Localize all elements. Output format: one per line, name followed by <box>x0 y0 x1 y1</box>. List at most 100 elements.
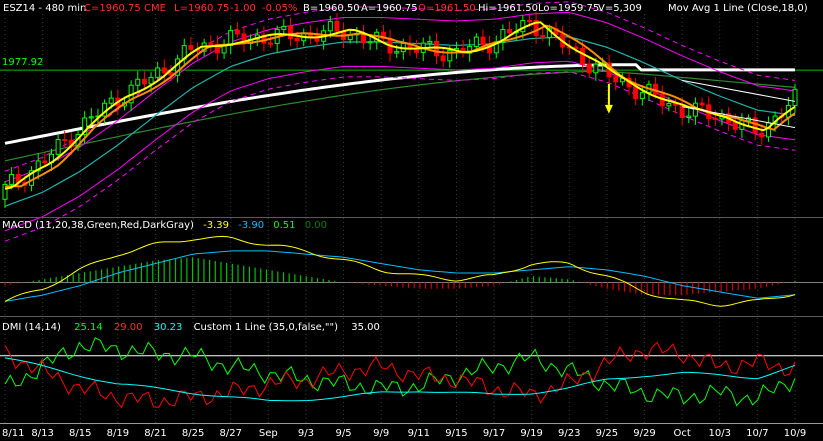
candle-body <box>586 63 592 74</box>
change-value: -1.00 <box>230 3 256 14</box>
candle-body <box>148 76 154 85</box>
candle-body <box>434 40 440 57</box>
candle-body <box>480 36 486 46</box>
trendline-upper <box>682 79 796 102</box>
candle-body <box>633 86 639 100</box>
x-axis-tick-label: 9/9 <box>373 428 390 439</box>
candle-body <box>234 30 240 35</box>
bid-value: B=1960.50 <box>303 3 360 14</box>
candle-body <box>188 45 194 50</box>
dmi-legend: DMI (14,14) 25.14 29.00 30.23 Custom 1 L… <box>2 322 380 333</box>
dmi-minus-line <box>4 341 796 409</box>
close-value: C=1960.75 <box>84 3 141 14</box>
candle-body <box>686 115 692 119</box>
x-axis-tick-label: 8/13 <box>31 428 54 439</box>
exchange-label: CME <box>144 3 166 14</box>
macd-legend-value-3: 0.51 <box>273 220 296 231</box>
candle-body <box>699 102 705 106</box>
time-axis-line <box>0 423 823 424</box>
x-axis-tick-label: Oct <box>673 428 691 439</box>
custom-line-legend: Custom 1 Line (35,0,false,"") <box>193 322 339 333</box>
macd-legend-name: MACD (11,20,38,Green,Red,DarkGray) <box>2 220 194 231</box>
macd-legend: MACD (11,20,38,Green,Red,DarkGray) -3.39… <box>2 220 327 231</box>
x-axis-tick-label: 8/25 <box>181 428 205 439</box>
candle-body <box>62 139 68 142</box>
candle-body <box>208 42 214 45</box>
candle-body <box>732 121 738 130</box>
pane-divider-price[interactable] <box>0 217 823 218</box>
open-value: O=1961.50 <box>418 3 476 14</box>
dmi-legend-name: DMI (14,14) <box>2 322 61 333</box>
x-axis-tick-label: 8/11 <box>2 428 25 439</box>
band-upper-outer-line <box>4 1 796 172</box>
x-axis-tick-label: 10/7 <box>746 428 769 439</box>
candle-body <box>666 102 672 107</box>
symbol-label: ESZ14 - 480 min <box>3 3 87 14</box>
candle-body <box>141 78 147 85</box>
candle-body <box>281 25 287 30</box>
macd-legend-value-2: -3.90 <box>238 220 265 231</box>
x-axis-tick-label: 8/15 <box>69 428 92 439</box>
study-label: Mov Avg 1 Line (Close,18,0) <box>668 3 808 14</box>
x-axis-tick-label: 10/9 <box>783 428 807 439</box>
x-axis-tick-label: 9/5 <box>335 428 352 439</box>
candle-body <box>580 47 586 65</box>
candle-body <box>287 25 293 40</box>
x-axis-tick-label: 8/21 <box>144 428 167 439</box>
candle-body <box>42 160 48 164</box>
candle-body <box>639 92 645 100</box>
x-axis-tick-label: 8/19 <box>106 428 130 439</box>
dmi-legend-plus: 25.14 <box>74 322 103 333</box>
candle-body <box>55 139 61 155</box>
trendline-lower <box>682 106 796 129</box>
change-pct-value: -0.05% <box>262 3 298 14</box>
x-axis-tick-label: 10/3 <box>708 428 731 439</box>
candle-body <box>155 67 161 78</box>
candle-body <box>394 51 400 54</box>
ask-value: A=1960.75 <box>361 3 418 14</box>
candle-body <box>268 42 274 45</box>
dmi-plus-line <box>4 337 796 407</box>
candle-body <box>135 78 141 86</box>
candle-body <box>327 20 333 32</box>
x-axis-tick-label: 9/25 <box>595 428 619 439</box>
x-axis-tick-label: 9/3 <box>297 428 314 439</box>
x-axis-tick-label: 9/15 <box>445 428 468 439</box>
chart-window: ESZ14 - 480 min C=1960.75 CME L=1960.75 … <box>0 0 823 441</box>
candle-body <box>228 30 234 46</box>
price-marker-label: 1977.92 <box>2 57 44 68</box>
x-axis-tick-label: 9/23 <box>558 428 581 439</box>
macd-legend-value-4: 0.00 <box>304 220 327 231</box>
candle-body <box>473 36 479 47</box>
volume-value: V=5,309 <box>598 3 642 14</box>
candle-body <box>526 20 532 23</box>
dmi-legend-minus: 29.00 <box>113 322 143 333</box>
x-axis-tick-label: 9/17 <box>482 428 506 439</box>
candle-body <box>765 122 771 138</box>
custom-line-value: 35.00 <box>351 322 380 333</box>
candle-body <box>792 88 798 106</box>
candle-body <box>613 76 619 83</box>
x-axis-tick-label: 9/29 <box>633 428 656 439</box>
candle-body <box>507 29 513 33</box>
x-axis-tick-label: 9/19 <box>520 428 543 439</box>
macd-legend-value-1: -3.39 <box>203 220 230 231</box>
candle-body <box>294 38 300 42</box>
x-axis-tick-label: 9/11 <box>407 428 431 439</box>
candle-body <box>593 63 599 74</box>
candle-body <box>520 20 526 33</box>
pane-divider-macd[interactable] <box>0 316 823 317</box>
x-axis-tick-label: 8/27 <box>219 428 242 439</box>
low-value: Lo=1959.75 <box>538 3 600 14</box>
candle-body <box>88 116 94 119</box>
candle-body <box>9 174 15 185</box>
sell-arrow-head <box>604 104 613 114</box>
candle-body <box>161 67 167 74</box>
candle-body <box>427 40 433 44</box>
candle-body <box>108 97 114 104</box>
candle-body <box>440 55 446 62</box>
candle-body <box>334 20 340 32</box>
x-axis-tick-label: Sep <box>258 428 278 439</box>
high-value: Hi=1961.50 <box>478 3 539 14</box>
candle-body <box>367 41 373 44</box>
